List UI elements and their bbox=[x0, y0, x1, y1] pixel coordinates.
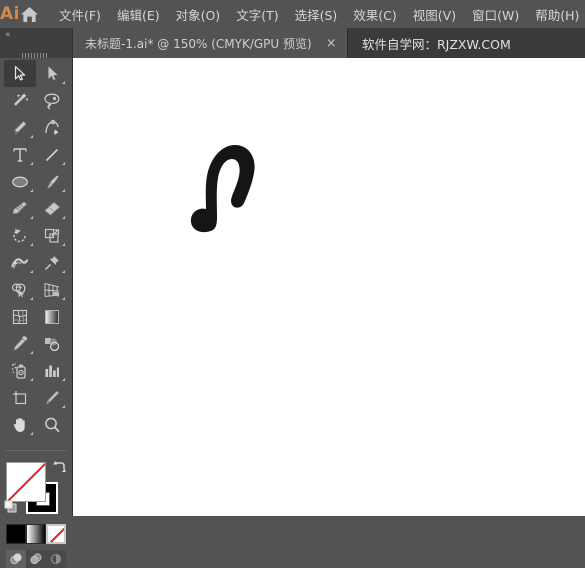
document-tab[interactable]: 未标题-1.ai* @ 150% (CMYK/GPU 预览) × bbox=[73, 28, 348, 58]
fill-stroke-control bbox=[4, 460, 68, 514]
color-mode-gradient[interactable] bbox=[26, 524, 46, 544]
watermark-text: 软件自学网：RJZXW.COM bbox=[362, 36, 511, 52]
chevron-double-left-icon[interactable]: « bbox=[5, 30, 10, 40]
flyout-indicator bbox=[62, 270, 65, 273]
magic-wand-tool[interactable] bbox=[4, 87, 36, 114]
menu-edit[interactable]: 编辑(E) bbox=[109, 1, 168, 28]
free-transform-tool[interactable] bbox=[36, 249, 68, 276]
artboard-tool[interactable] bbox=[4, 384, 36, 411]
tools-panel bbox=[0, 58, 73, 568]
menu-help[interactable]: 帮助(H) bbox=[527, 1, 585, 28]
flyout-indicator bbox=[30, 351, 33, 354]
line-segment-tool[interactable] bbox=[36, 141, 68, 168]
home-icon[interactable] bbox=[20, 0, 39, 28]
scale-tool[interactable] bbox=[36, 222, 68, 249]
flyout-indicator bbox=[30, 297, 33, 300]
toolbar-header: « bbox=[0, 28, 73, 77]
blend-tool[interactable] bbox=[36, 330, 68, 357]
paintbrush-tool[interactable] bbox=[36, 168, 68, 195]
width-warp-tool[interactable] bbox=[4, 249, 36, 276]
none-slash-icon bbox=[48, 526, 64, 542]
hand-tool[interactable] bbox=[4, 411, 36, 438]
lasso-tool[interactable] bbox=[36, 87, 68, 114]
menu-view[interactable]: 视图(V) bbox=[405, 1, 464, 28]
default-fill-stroke-icon[interactable] bbox=[4, 500, 18, 514]
pen-tool[interactable] bbox=[4, 114, 36, 141]
flyout-indicator bbox=[62, 162, 65, 165]
zoom-tool[interactable] bbox=[36, 411, 68, 438]
flyout-indicator bbox=[62, 405, 65, 408]
flyout-indicator bbox=[30, 432, 33, 435]
menu-window[interactable]: 窗口(W) bbox=[464, 1, 527, 28]
menu-file[interactable]: 文件(F) bbox=[51, 1, 109, 28]
direct-selection-tool[interactable] bbox=[36, 60, 68, 87]
none-slash-icon bbox=[7, 463, 45, 501]
flyout-indicator bbox=[62, 378, 65, 381]
perspective-grid-tool[interactable] bbox=[36, 276, 68, 303]
menu-item-list: 文件(F) 编辑(E) 对象(O) 文字(T) 选择(S) 效果(C) 视图(V… bbox=[51, 1, 585, 28]
close-icon[interactable]: × bbox=[326, 37, 337, 50]
blob-brush-hook-path[interactable] bbox=[183, 134, 263, 244]
selection-tool[interactable] bbox=[4, 60, 36, 87]
type-tool[interactable] bbox=[4, 141, 36, 168]
eyedropper-tool[interactable] bbox=[4, 330, 36, 357]
draw-inside-mode[interactable] bbox=[46, 550, 66, 568]
color-mode-color[interactable] bbox=[6, 524, 26, 544]
tool-grid bbox=[4, 60, 68, 438]
flyout-indicator bbox=[62, 216, 65, 219]
app-logo: Ai bbox=[0, 4, 20, 24]
shape-builder-tool[interactable] bbox=[4, 276, 36, 303]
rotate-tool[interactable] bbox=[4, 222, 36, 249]
menu-object[interactable]: 对象(O) bbox=[168, 1, 229, 28]
curvature-tool[interactable] bbox=[36, 114, 68, 141]
draw-mode-group bbox=[6, 550, 66, 568]
symbol-sprayer-tool[interactable] bbox=[4, 357, 36, 384]
ellipse-tool[interactable] bbox=[4, 168, 36, 195]
menu-effect[interactable]: 效果(C) bbox=[345, 1, 404, 28]
flyout-indicator bbox=[62, 189, 65, 192]
color-mode-swatches bbox=[6, 524, 66, 544]
mesh-tool[interactable] bbox=[4, 303, 36, 330]
flyout-indicator bbox=[62, 297, 65, 300]
flyout-indicator bbox=[30, 135, 33, 138]
menu-type[interactable]: 文字(T) bbox=[228, 1, 286, 28]
draw-normal-mode[interactable] bbox=[6, 550, 26, 568]
swap-fill-stroke-icon[interactable] bbox=[52, 460, 66, 474]
flyout-indicator bbox=[30, 243, 33, 246]
flyout-indicator bbox=[30, 270, 33, 273]
toolbar-divider bbox=[6, 450, 66, 451]
toolbar-grip-handle[interactable] bbox=[22, 46, 50, 77]
column-graph-tool[interactable] bbox=[36, 357, 68, 384]
slice-tool[interactable] bbox=[36, 384, 68, 411]
menu-bar: Ai 文件(F) 编辑(E) 对象(O) 文字(T) 选择(S) 效果(C) 视… bbox=[0, 0, 585, 28]
eraser-tool[interactable] bbox=[36, 195, 68, 222]
document-tab-title: 未标题-1.ai* @ 150% (CMYK/GPU 预览) bbox=[85, 36, 312, 51]
fill-swatch[interactable] bbox=[6, 462, 46, 502]
menu-select[interactable]: 选择(S) bbox=[287, 1, 346, 28]
illustrator-window: Ai 文件(F) 编辑(E) 对象(O) 文字(T) 选择(S) 效果(C) 视… bbox=[0, 0, 585, 568]
flyout-indicator bbox=[62, 243, 65, 246]
flyout-indicator bbox=[30, 162, 33, 165]
color-mode-none[interactable] bbox=[46, 524, 66, 544]
flyout-indicator bbox=[30, 216, 33, 219]
shaper-pencil-tool[interactable] bbox=[4, 195, 36, 222]
document-canvas[interactable] bbox=[73, 58, 585, 516]
flyout-indicator bbox=[30, 378, 33, 381]
document-tab-bar: 未标题-1.ai* @ 150% (CMYK/GPU 预览) × 软件自学网：R… bbox=[0, 28, 585, 58]
flyout-indicator bbox=[62, 81, 65, 84]
draw-behind-mode[interactable] bbox=[26, 550, 46, 568]
gradient-tool[interactable] bbox=[36, 303, 68, 330]
flyout-indicator bbox=[30, 189, 33, 192]
